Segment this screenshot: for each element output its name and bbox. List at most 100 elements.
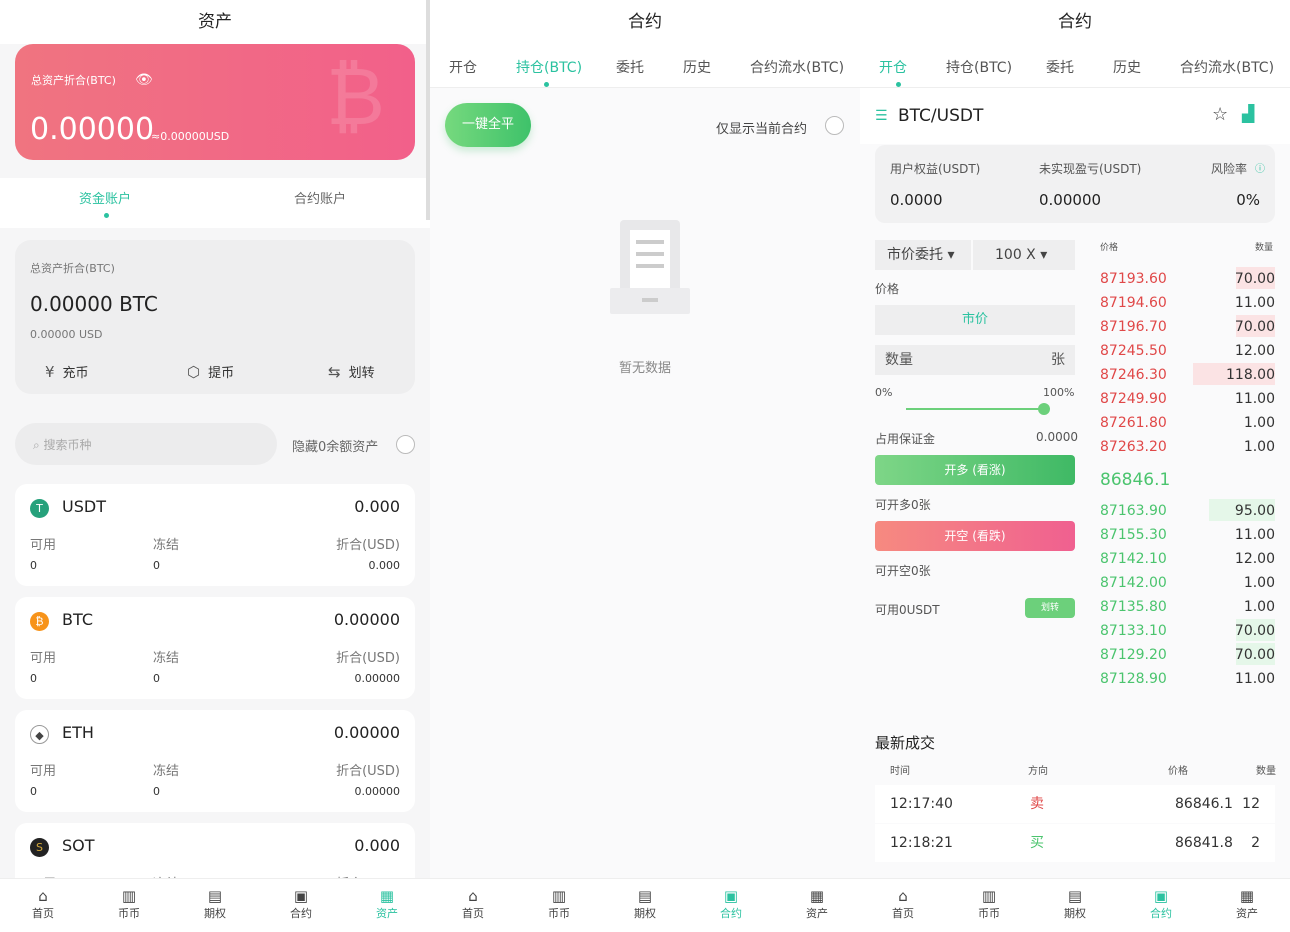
info-icon[interactable]: ⓘ bbox=[1255, 160, 1265, 175]
tab-open[interactable]: 开仓 bbox=[879, 57, 907, 77]
tab-home[interactable]: ⌂ 首页 bbox=[0, 879, 86, 932]
tab-positions[interactable]: 持仓(BTC) bbox=[516, 57, 582, 77]
home-icon: ⌂ bbox=[898, 887, 908, 905]
tab-options[interactable]: ▤ 期权 bbox=[602, 879, 688, 932]
total-asset-label: 总资产折合(BTC) bbox=[31, 74, 116, 87]
total-asset-usd: ≈0.00000USD bbox=[151, 130, 230, 143]
tab-contract[interactable]: ▣ 合约 bbox=[1118, 879, 1204, 932]
orderbook-row[interactable]: 87261.80 1.00 bbox=[1100, 411, 1275, 435]
contract-tabs: 开仓 持仓(BTC) 委托 历史 合约流水(BTC) bbox=[860, 44, 1290, 88]
withdraw-button[interactable]: ⬡ 提币 bbox=[187, 362, 234, 381]
transfer-button[interactable]: ⇆ 划转 bbox=[328, 362, 375, 381]
leverage-select[interactable]: 100 X ▾ bbox=[973, 240, 1075, 270]
page-title: 合约 bbox=[430, 0, 860, 44]
orderbook-row[interactable]: 87133.10 70.00 bbox=[1100, 619, 1275, 643]
orderbook-row[interactable]: 87249.90 11.00 bbox=[1100, 387, 1275, 411]
orderbook-row[interactable]: 87246.30 118.00 bbox=[1100, 363, 1275, 387]
orderbook-row[interactable]: 87129.20 70.00 bbox=[1100, 643, 1275, 667]
star-icon[interactable]: ☆ bbox=[1212, 104, 1228, 125]
bars-icon: ▥ bbox=[981, 887, 997, 905]
tab-spot[interactable]: ▥ 币币 bbox=[86, 879, 172, 932]
eye-icon[interactable]: 👁 bbox=[135, 72, 153, 88]
price-input[interactable]: 市价 bbox=[875, 305, 1075, 335]
tab-options[interactable]: ▤ 期权 bbox=[172, 879, 258, 932]
orderbook-qty: 1.00 bbox=[1243, 599, 1275, 615]
tab-contract-account[interactable]: 合约账户 bbox=[294, 188, 346, 207]
tab-home[interactable]: ⌂ 首页 bbox=[860, 879, 946, 932]
transfer-icon: ⇆ bbox=[328, 363, 341, 381]
coin-card-eth[interactable]: ◆ ETH 0.00000 可用 冻结 折合(USD) 0 0 0.00000 bbox=[15, 710, 415, 812]
wallet-icon: ▦ bbox=[809, 887, 825, 905]
order-type-select[interactable]: 市价委托 ▾ bbox=[875, 240, 971, 270]
quantity-slider[interactable] bbox=[906, 408, 1044, 410]
trade-d: 卖 bbox=[1030, 796, 1044, 812]
active-tab-indicator bbox=[896, 82, 901, 87]
only-current-toggle[interactable] bbox=[825, 116, 844, 135]
tab-orders[interactable]: 委托 bbox=[1046, 57, 1074, 77]
orderbook-row[interactable]: 87263.20 1.00 bbox=[1100, 435, 1275, 459]
eth-icon: ◆ bbox=[30, 725, 49, 744]
tab-contract-flow[interactable]: 合约流水(BTC) bbox=[1180, 57, 1274, 77]
orderbook-row[interactable]: 87194.60 11.00 bbox=[1100, 291, 1275, 315]
contract-icon: ▣ bbox=[723, 887, 739, 905]
contract-icon: ▣ bbox=[293, 887, 309, 905]
orderbook-price: 87163.90 bbox=[1100, 503, 1167, 519]
tab-contract[interactable]: ▣ 合约 bbox=[258, 879, 344, 932]
orderbook-row[interactable]: 87142.10 12.00 bbox=[1100, 547, 1275, 571]
tab-assets[interactable]: ▦ 资产 bbox=[344, 879, 430, 932]
total-asset-value: 0.00000 bbox=[30, 112, 155, 147]
orderbook-qty: 95.00 bbox=[1234, 503, 1275, 519]
chart-icon[interactable]: ▟ bbox=[1242, 104, 1254, 123]
tab-funding-account[interactable]: 资金账户 bbox=[79, 188, 131, 207]
bottom-tabbar: ⌂ 首页 ▥ 币币 ▤ 期权 ▣ 合约 ▦ 资产 bbox=[430, 878, 860, 932]
tab-orders[interactable]: 委托 bbox=[616, 57, 644, 77]
coin-card-usdt[interactable]: T USDT 0.000 可用 冻结 折合(USD) 0 0 0.000 bbox=[15, 484, 415, 586]
tab-home[interactable]: ⌂ 首页 bbox=[430, 879, 516, 932]
tab-contract[interactable]: ▣ 合约 bbox=[688, 879, 774, 932]
tab-open[interactable]: 开仓 bbox=[449, 57, 477, 77]
tab-spot[interactable]: ▥ 币币 bbox=[946, 879, 1032, 932]
tab-history[interactable]: 历史 bbox=[683, 57, 711, 77]
slider-handle[interactable] bbox=[1038, 403, 1050, 415]
orderbook-row[interactable]: 87245.50 12.00 bbox=[1100, 339, 1275, 363]
tab-contract-flow[interactable]: 合约流水(BTC) bbox=[750, 57, 844, 77]
orderbook-price: 87155.30 bbox=[1100, 527, 1167, 543]
orderbook-row[interactable]: 87196.70 70.00 bbox=[1100, 315, 1275, 339]
tab-options[interactable]: ▤ 期权 bbox=[1032, 879, 1118, 932]
orderbook-row[interactable]: 87142.00 1.00 bbox=[1100, 571, 1275, 595]
hide-zero-toggle[interactable] bbox=[396, 435, 415, 454]
total-asset-card: ₿ 总资产折合(BTC) 👁 0.00000 ≈0.00000USD bbox=[15, 44, 415, 160]
trade-row: 12:17:40 卖 86846.1 12 bbox=[875, 785, 1275, 823]
quantity-input[interactable]: 数量张 bbox=[875, 345, 1075, 375]
close-all-button[interactable]: 一键全平 bbox=[445, 103, 531, 147]
tab-assets[interactable]: ▦ 资产 bbox=[774, 879, 860, 932]
deposit-button[interactable]: ¥ 充币 bbox=[45, 362, 89, 381]
equity-card: 用户权益(USDT) 未实现盈亏(USDT) 风险率 ⓘ 0.0000 0.00… bbox=[875, 145, 1275, 223]
open-short-button[interactable]: 开空 (看跌) bbox=[875, 521, 1075, 551]
contract-tabs: 开仓 持仓(BTC) 委托 历史 合约流水(BTC) bbox=[430, 44, 860, 88]
account-tabs: 资金账户 合约账户 bbox=[0, 178, 430, 228]
open-long-button[interactable]: 开多 (看涨) bbox=[875, 455, 1075, 485]
summary-btc: 0.00000 BTC bbox=[30, 292, 158, 316]
tab-positions[interactable]: 持仓(BTC) bbox=[946, 57, 1012, 77]
tab-assets[interactable]: ▦ 资产 bbox=[1204, 879, 1290, 932]
menu-icon[interactable]: ☰ bbox=[875, 108, 888, 124]
transfer-button[interactable]: 划转 bbox=[1025, 598, 1075, 618]
last-price: 86846.1 bbox=[1100, 470, 1171, 490]
latest-trades-title: 最新成交 bbox=[875, 734, 936, 752]
bitcoin-watermark-icon: ₿ bbox=[325, 50, 385, 143]
orderbook-row[interactable]: 87193.60 70.00 bbox=[1100, 267, 1275, 291]
cube-icon: ⬡ bbox=[187, 363, 201, 381]
tab-spot[interactable]: ▥ 币币 bbox=[516, 879, 602, 932]
orderbook-qty: 70.00 bbox=[1234, 647, 1275, 663]
search-input[interactable]: ⌕ 搜索币种 bbox=[15, 423, 277, 465]
btc-icon: ₿ bbox=[30, 612, 49, 631]
orderbook-row[interactable]: 87128.90 11.00 bbox=[1100, 667, 1275, 691]
orderbook-row[interactable]: 87163.90 95.00 bbox=[1100, 499, 1275, 523]
summary-card: 总资产折合(BTC) 0.00000 BTC 0.00000 USD ¥ 充币 ⬡… bbox=[15, 240, 415, 394]
orderbook-row[interactable]: 87155.30 11.00 bbox=[1100, 523, 1275, 547]
orderbook-row[interactable]: 87135.80 1.00 bbox=[1100, 595, 1275, 619]
tab-history[interactable]: 历史 bbox=[1113, 57, 1141, 77]
coin-card-btc[interactable]: ₿ BTC 0.00000 可用 冻结 折合(USD) 0 0 0.00000 bbox=[15, 597, 415, 699]
pair-name[interactable]: BTC/USDT bbox=[898, 106, 983, 126]
